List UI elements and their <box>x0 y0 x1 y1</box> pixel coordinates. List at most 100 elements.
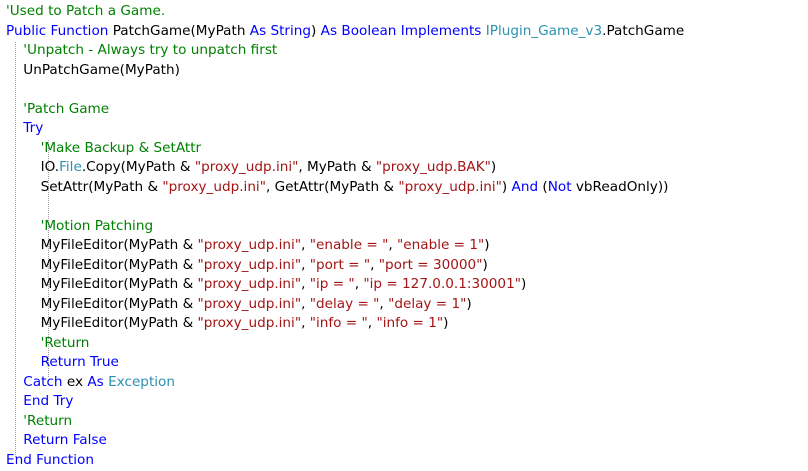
text-token: .Copy(MyPath & <box>81 159 195 175</box>
code-line: UnPatchGame(MyPath) <box>6 61 180 81</box>
string-token: "proxy_udp.ini" <box>197 237 302 253</box>
text-token: .PatchGame <box>602 22 685 39</box>
keyword-token: End Try <box>23 393 74 409</box>
text-token: MyFileEditor(MyPath & <box>6 315 198 331</box>
text-token: MyFileEditor(MyPath & <box>6 295 198 312</box>
text-token: ) <box>466 295 472 312</box>
string-token: "proxy_udp.ini" <box>197 276 302 292</box>
string-token: "ip = " <box>309 276 355 292</box>
code-line: End Function <box>6 451 94 471</box>
string-token: "ip = 127.0.0.1:30001" <box>363 276 521 292</box>
type-token: IPlugin_Game_v3 <box>485 22 603 39</box>
comment-token: 'Return <box>40 334 90 351</box>
code-line: Catch ex As Exception <box>6 373 175 393</box>
code-line: MyFileEditor(MyPath & "proxy_udp.ini", "… <box>6 275 527 295</box>
text-token: , <box>301 276 310 292</box>
text-token: MyFileEditor(MyPath & <box>6 237 198 253</box>
string-token: "proxy_udp.ini" <box>197 315 302 331</box>
text-token: ( <box>538 178 548 195</box>
text-token: UnPatchGame(MyPath) <box>6 61 180 78</box>
text-token: MyFileEditor(MyPath & <box>6 276 198 292</box>
type-token: Exception <box>108 373 175 390</box>
keyword-token: Return True <box>40 354 119 370</box>
code-line: 'Patch Game <box>6 100 109 120</box>
keyword-token: Return False <box>23 432 107 448</box>
code-line: 'Used to Patch a Game. <box>6 2 165 22</box>
code-line: SetAttr(MyPath & "proxy_udp.ini", GetAtt… <box>6 178 669 198</box>
code-line: End Try <box>6 392 73 412</box>
code-line: Public Function PatchGame(MyPath As Stri… <box>6 22 684 42</box>
text-token: vbReadOnly)) <box>571 178 669 195</box>
string-token: "delay = 1" <box>388 295 467 312</box>
keyword-token: As <box>87 373 104 390</box>
text-token: , <box>301 256 310 273</box>
string-token: "info = 1" <box>376 315 444 331</box>
comment-token: 'Unpatch - Always try to unpatch first <box>23 42 278 58</box>
comment-token: 'Return <box>23 412 73 429</box>
keyword-token: As String <box>249 22 312 39</box>
code-line: Try <box>6 119 43 139</box>
string-token: "port = " <box>309 256 371 273</box>
code-line: MyFileEditor(MyPath & "proxy_udp.ini", "… <box>6 295 472 315</box>
code-line: MyFileEditor(MyPath & "proxy_udp.ini", "… <box>6 236 490 256</box>
code-editor[interactable]: 'Used to Patch a Game. Public Function Pa… <box>0 0 808 471</box>
code-line: 'Return <box>6 412 72 432</box>
string-token: "proxy_udp.ini" <box>197 295 302 312</box>
code-line: 'Return <box>6 334 90 354</box>
code-line: Return False <box>6 431 107 451</box>
keyword-token: Try <box>23 120 44 136</box>
comment-token: 'Make Backup & SetAttr <box>40 139 202 156</box>
text-token: ) <box>311 22 321 39</box>
code-line: IO.File.Copy(MyPath & "proxy_udp.ini", M… <box>6 158 497 178</box>
keyword-token: End Function <box>6 451 94 468</box>
keyword-token: Catch <box>23 373 63 390</box>
text-token: , GetAttr(MyPath & <box>265 178 399 195</box>
code-line: 'Make Backup & SetAttr <box>6 139 202 159</box>
text-token: ) <box>443 315 449 331</box>
code-line: 'Unpatch - Always try to unpatch first <box>6 41 277 61</box>
text-token: , MyPath & <box>298 159 376 175</box>
text-token: , <box>301 237 310 253</box>
code-line: MyFileEditor(MyPath & "proxy_udp.ini", "… <box>6 314 449 334</box>
text-token: IO. <box>6 159 60 175</box>
keyword-token: Not <box>547 178 572 195</box>
text-token: , <box>370 256 379 273</box>
code-line: 'Motion Patching <box>6 217 154 237</box>
keyword-token: And <box>511 178 539 195</box>
text-token: , <box>388 237 398 253</box>
text-token: ) <box>501 178 512 195</box>
code-line: MyFileEditor(MyPath & "proxy_udp.ini", "… <box>6 256 488 276</box>
string-token: "proxy_udp.ini" <box>162 178 266 195</box>
text-token: ex <box>62 373 88 390</box>
keyword-token: As Boolean Implements <box>320 22 482 39</box>
string-token: "delay = " <box>309 295 380 312</box>
string-token: "info = " <box>309 315 368 331</box>
code-line: Return True <box>6 353 119 373</box>
text-token: PatchGame(MyPath <box>108 22 250 39</box>
string-token: "enable = " <box>309 237 389 253</box>
string-token: "proxy_udp.ini" <box>194 159 299 175</box>
string-token: "proxy_udp.ini" <box>398 178 502 195</box>
comment-token: 'Motion Patching <box>40 217 154 234</box>
text-token: ) <box>482 256 488 273</box>
text-token: , <box>301 295 310 312</box>
text-token: ) <box>490 159 497 175</box>
text-token: , <box>379 295 389 312</box>
text-token: ) <box>484 237 490 253</box>
type-token: File <box>59 159 82 175</box>
string-token: "proxy_udp.ini" <box>197 256 302 273</box>
text-token: ) <box>520 276 527 292</box>
text-token: , <box>301 315 310 331</box>
keyword-token: Public Function <box>6 22 109 39</box>
comment-token: 'Used to Patch a Game. <box>6 3 166 19</box>
